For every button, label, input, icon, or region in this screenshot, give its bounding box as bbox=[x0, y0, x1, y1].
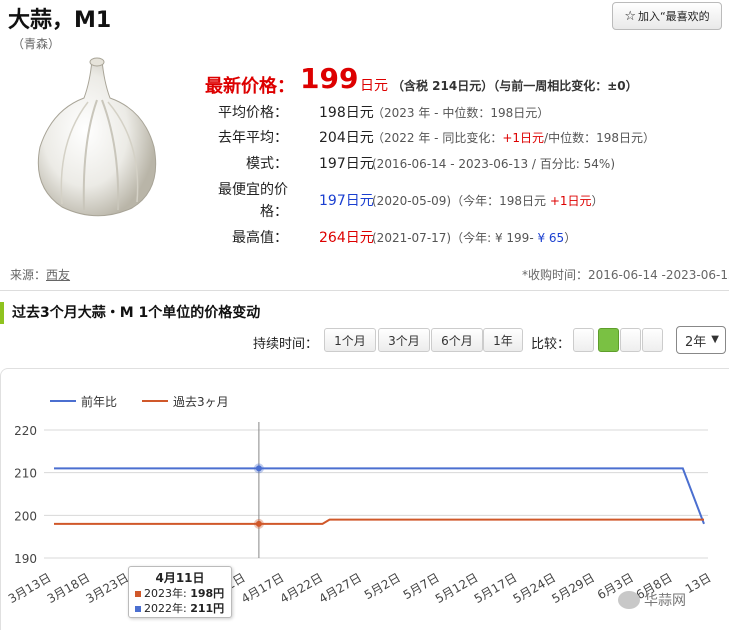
highest-price-label: 最高值： bbox=[232, 230, 288, 246]
collection-time: *收购时间：2016-06-14 -2023-06-13 bbox=[522, 268, 729, 282]
cheapest-price-note: (2020-05-09)（今年：198日元 +1日元） bbox=[372, 194, 604, 208]
latest-price-note: （含税 214日元）（与前一周相比变化：±0） bbox=[392, 79, 638, 93]
compare-toggle-3[interactable] bbox=[620, 328, 641, 352]
page-title: 大蒜，M1 bbox=[8, 8, 112, 33]
x-tick-label: 5月12日 bbox=[433, 570, 481, 606]
series-point bbox=[255, 465, 262, 472]
x-tick-label: 5月24日 bbox=[511, 570, 559, 606]
average-price-value: 198日元 bbox=[319, 105, 374, 121]
average-price-note: （2023 年 - 中位数：198日元） bbox=[372, 106, 550, 120]
watermark-text: 华蒜网 bbox=[644, 593, 686, 609]
chart-tooltip: 4月11日 2023年: 198円 2022年: 211円 bbox=[128, 566, 232, 618]
tooltip-row-2023: 2023年: 198円 bbox=[135, 586, 225, 601]
add-favorite-button[interactable]: ☆ 加入“最喜欢的 bbox=[612, 2, 722, 30]
origin-subtitle: （青森） bbox=[12, 37, 61, 51]
x-tick-label: 3月23日 bbox=[84, 570, 132, 606]
wechat-icon bbox=[618, 591, 640, 609]
y-tick-label: 190 bbox=[14, 552, 37, 566]
series-line bbox=[54, 518, 704, 525]
cheapest-price-label-line1: 最便宜的价 bbox=[218, 182, 288, 198]
source: 来源：西友 bbox=[10, 266, 70, 283]
source-label: 来源： bbox=[10, 268, 47, 282]
source-link[interactable]: 西友 bbox=[46, 268, 70, 282]
compare-toggle-1[interactable] bbox=[573, 328, 594, 352]
chevron-down-icon: ▼ bbox=[711, 334, 719, 345]
x-tick-label: 4月22日 bbox=[278, 570, 326, 606]
x-tick-label: 5月29日 bbox=[549, 570, 597, 606]
star-icon: ☆ bbox=[624, 8, 636, 24]
mode-note: (2016-06-14 - 2023-06-13 / 百分比: 54%) bbox=[372, 157, 616, 171]
period-select[interactable]: 2年 ▼ bbox=[676, 326, 726, 354]
series-point bbox=[255, 520, 262, 527]
last-year-average-note: （2022 年 - 同比变化：+1日元/中位数：198日元） bbox=[372, 131, 655, 145]
x-tick-label: 5月2日 bbox=[362, 570, 403, 602]
duration-1-month-button[interactable]: 1个月 bbox=[324, 328, 376, 352]
latest-price-unit: 日元 bbox=[360, 78, 388, 94]
x-tick-label: 4月27日 bbox=[316, 570, 364, 606]
highest-price-value: 264日元 bbox=[319, 230, 374, 246]
duration-6-months-button[interactable]: 6个月 bbox=[431, 328, 483, 352]
mode-label: 模式： bbox=[246, 156, 288, 172]
x-tick-label: 3月13日 bbox=[6, 570, 54, 606]
x-tick-label: 3月18日 bbox=[45, 570, 93, 606]
x-tick-label: 4月17日 bbox=[239, 570, 287, 606]
tooltip-date: 4月11日 bbox=[155, 571, 205, 585]
y-tick-label: 200 bbox=[14, 509, 37, 523]
divider bbox=[0, 290, 729, 291]
compare-toggle-2[interactable] bbox=[598, 328, 619, 352]
last-year-average-label: 去年平均： bbox=[218, 130, 288, 146]
tooltip-row-2022: 2022年: 211円 bbox=[135, 601, 225, 616]
last-year-average-value: 204日元 bbox=[319, 130, 374, 146]
cheapest-price-value: 197日元 bbox=[319, 193, 374, 209]
watermark: 华蒜网 bbox=[618, 590, 686, 610]
average-price-label: 平均价格： bbox=[218, 105, 288, 121]
section-title: 过去3个月大蒜・M 1个单位的价格变动 bbox=[0, 302, 729, 324]
period-select-value: 2年 bbox=[685, 334, 707, 350]
legend-label: 過去3ヶ月 bbox=[173, 395, 229, 409]
compare-toggle-4[interactable] bbox=[642, 328, 663, 352]
latest-price-value: 199 bbox=[300, 62, 359, 95]
highest-price-note: (2021-07-17)（今年: ¥ 199- ¥ 65） bbox=[372, 231, 577, 245]
y-tick-label: 220 bbox=[14, 424, 37, 438]
y-tick-label: 210 bbox=[14, 467, 37, 481]
cheapest-price-label-line2: 格： bbox=[260, 204, 288, 220]
latest-price-label: 最新价格： bbox=[205, 76, 295, 97]
mode-value: 197日元 bbox=[319, 156, 374, 172]
x-tick-label: 5月17日 bbox=[472, 570, 520, 606]
x-tick-label: 13日 bbox=[683, 570, 714, 596]
duration-1-year-button[interactable]: 1年 bbox=[483, 328, 523, 352]
favorite-button-label: 加入“最喜欢的 bbox=[637, 10, 710, 23]
legend-label: 前年比 bbox=[81, 394, 117, 409]
compare-label: 比较： bbox=[531, 337, 571, 352]
duration-label: 持续时间： bbox=[253, 337, 319, 352]
garlic-image bbox=[37, 57, 157, 217]
duration-3-months-button[interactable]: 3个月 bbox=[378, 328, 430, 352]
